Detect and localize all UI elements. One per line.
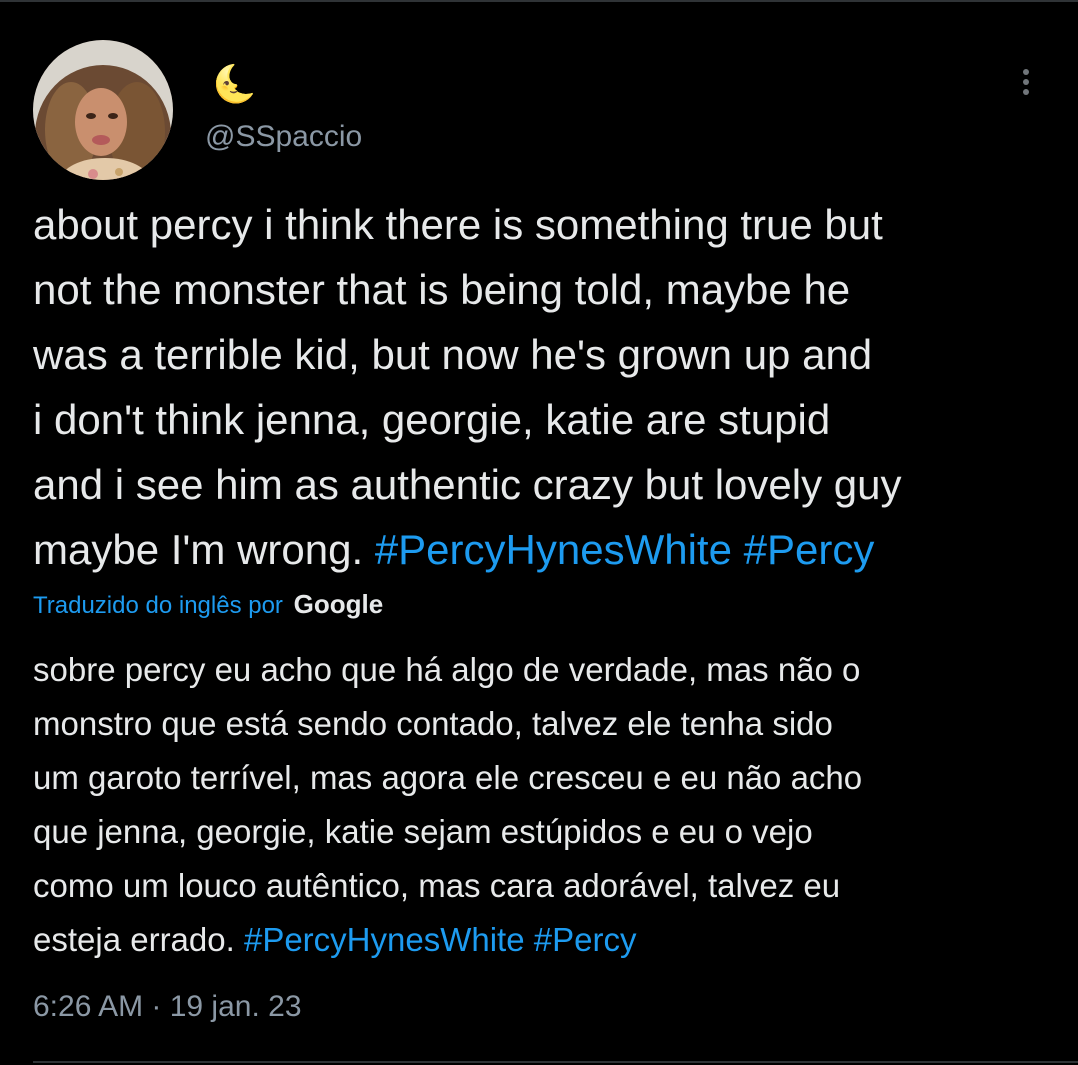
translated-text: sobre percy eu acho que há algo de verda… xyxy=(33,643,1053,967)
top-divider xyxy=(0,0,1078,2)
more-options-icon[interactable] xyxy=(1008,64,1044,100)
profile-photo-icon xyxy=(33,40,173,180)
translated-text-line: que jenna, georgie, katie sejam estúpido… xyxy=(33,813,813,850)
translation-label: Traduzido do inglês por xyxy=(33,592,283,619)
tweet-text-line: and i see him as authentic crazy but lov… xyxy=(33,461,902,508)
tweet-text-line: not the monster that is being told, mayb… xyxy=(33,266,851,313)
tweet-text-line: i don't think jenna, georgie, katie are … xyxy=(33,396,831,443)
hashtag-link[interactable]: #Percy xyxy=(534,921,637,958)
tweet-timestamp[interactable]: 6:26 AM · 19 jan. 23 xyxy=(33,987,302,1027)
tweet-text-line: was a terrible kid, but now he's grown u… xyxy=(33,331,873,378)
avatar[interactable] xyxy=(33,40,173,180)
user-handle[interactable]: @SSpaccio xyxy=(205,118,362,156)
hashtag-link[interactable]: #PercyHynesWhite xyxy=(244,921,525,958)
translation-credit[interactable]: Traduzido do inglês por Google xyxy=(33,588,383,622)
google-logo: Google xyxy=(293,589,384,619)
translated-text-line: sobre percy eu acho que há algo de verda… xyxy=(33,651,861,688)
translated-text-line: monstro que está sendo contado, talvez e… xyxy=(33,705,833,742)
bottom-divider xyxy=(33,1061,1078,1063)
hashtag-link[interactable]: #Percy xyxy=(744,526,875,573)
translated-text-line: esteja errado. xyxy=(33,921,235,958)
translated-text-last-line: esteja errado. #PercyHynesWhite #Percy xyxy=(33,913,1053,967)
tweet-text: about percy i think there is something t… xyxy=(33,192,1053,582)
tweet-text-last-line: maybe I'm wrong. #PercyHynesWhite #Percy xyxy=(33,517,1053,582)
tweet-text-line: about percy i think there is something t… xyxy=(33,201,883,248)
translated-text-line: um garoto terrível, mas agora ele cresce… xyxy=(33,759,863,796)
translated-text-line: como um louco autêntico, mas cara adoráv… xyxy=(33,867,841,904)
display-name[interactable]: 🌜 xyxy=(212,62,257,106)
hashtag-link[interactable]: #PercyHynesWhite xyxy=(375,526,732,573)
tweet-text-line: maybe I'm wrong. xyxy=(33,526,364,573)
